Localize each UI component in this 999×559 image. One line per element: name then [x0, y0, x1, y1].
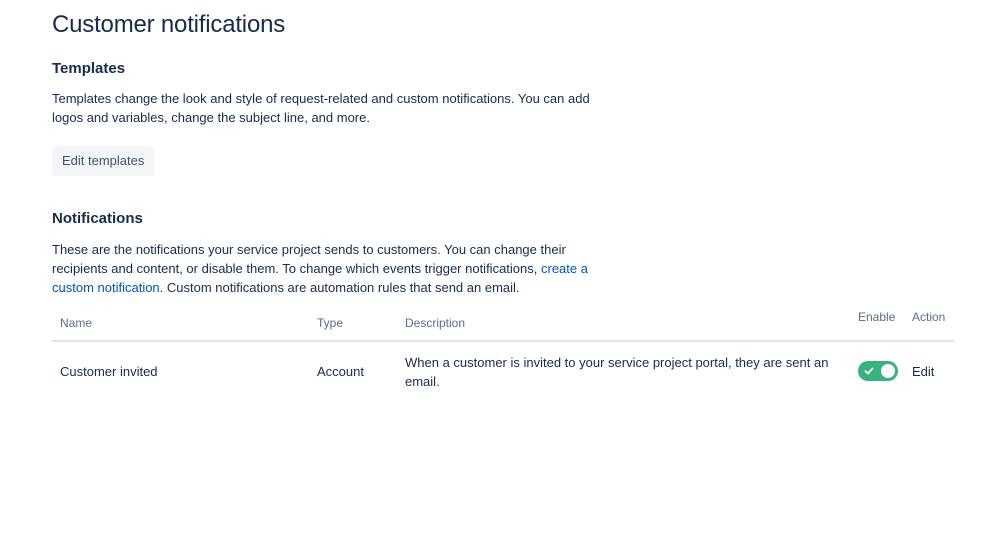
check-icon	[864, 367, 874, 375]
notifications-description: These are the notifications your service…	[52, 240, 612, 297]
notification-type: Account	[317, 364, 364, 379]
notifications-heading: Notifications	[52, 210, 143, 227]
column-header-name: Name	[60, 316, 93, 330]
notifications-description-suffix: . Custom notifications are automation ru…	[159, 280, 520, 295]
column-header-action: Action	[912, 310, 946, 324]
edit-templates-button[interactable]: Edit templates	[52, 146, 155, 176]
templates-heading: Templates	[52, 60, 126, 77]
templates-description: Templates change the look and style of r…	[52, 91, 590, 125]
toggle-knob	[881, 364, 895, 378]
table-row: Customer invited Account When a customer…	[52, 342, 954, 400]
notifications-description-text: These are the notifications your service…	[52, 242, 566, 276]
column-header-description: Description	[405, 316, 466, 330]
column-header-type: Type	[317, 316, 344, 330]
edit-notification-link[interactable]: Edit	[912, 364, 934, 379]
page-title: Customer notifications	[52, 11, 286, 38]
enable-toggle[interactable]	[858, 361, 898, 381]
column-header-enable: Enable	[858, 310, 896, 324]
notification-name: Customer invited	[60, 364, 158, 379]
notification-description: When a customer is invited to your servi…	[405, 355, 829, 389]
